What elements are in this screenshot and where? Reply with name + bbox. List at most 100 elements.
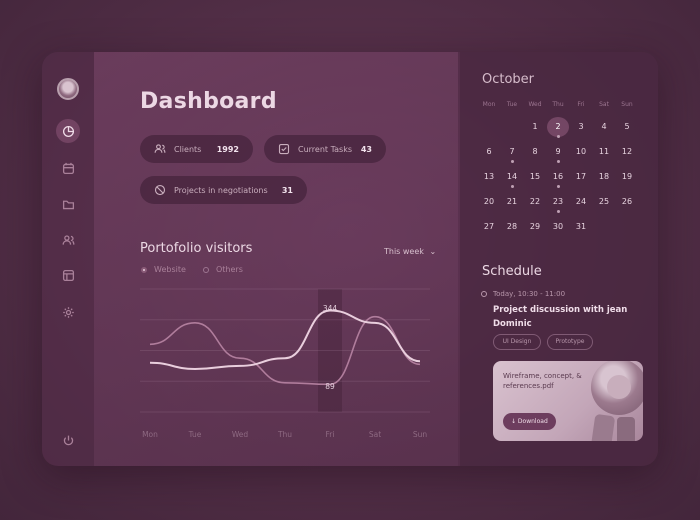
chevron-down-icon: ⌄	[429, 247, 437, 256]
download-button[interactable]: ↓ Download	[503, 413, 556, 430]
x-tick-label: Fri	[326, 430, 335, 439]
x-tick-label: Mon	[142, 430, 158, 439]
hover-value-high: 344	[323, 304, 338, 313]
tag-prototype[interactable]: Prototype	[547, 334, 593, 350]
sidebar-item-users[interactable]	[56, 228, 80, 252]
calendar-day[interactable]: 21	[501, 192, 523, 212]
calendar-day[interactable]: 31	[570, 217, 592, 237]
stat-value: 31	[281, 185, 293, 195]
attachment-card: Wireframe, concept, & references.pdf ↓ D…	[493, 361, 643, 441]
stat-label: Clients	[174, 144, 202, 154]
calendar-day[interactable]: 1	[524, 117, 546, 137]
weekday-label: Thu	[552, 101, 564, 108]
x-tick-label: Sun	[413, 430, 428, 439]
legend-label: Others	[216, 265, 243, 274]
calendar-month: October	[482, 72, 535, 87]
sidebar-item-analytics[interactable]	[56, 119, 80, 143]
calendar-day[interactable]: 4	[593, 117, 615, 137]
calendar-day[interactable]: 11	[593, 142, 615, 162]
calendar-day[interactable]: 14	[501, 167, 523, 187]
calendar-day[interactable]: 26	[616, 192, 638, 212]
legend-dot	[203, 266, 209, 273]
calendar-day[interactable]: 17	[570, 167, 592, 187]
chart-icon	[62, 125, 74, 137]
event-marker	[557, 185, 560, 188]
calendar-day[interactable]: 8	[524, 142, 546, 162]
event-marker	[557, 210, 560, 213]
stat-value: 43	[360, 144, 372, 154]
schedule-title: Schedule	[482, 264, 542, 279]
weekday-label: Tue	[506, 101, 518, 108]
legend-others: Others	[203, 265, 243, 274]
event-title[interactable]: Project discussion with jean Dominic	[493, 303, 633, 331]
weekday-label: Sun	[621, 101, 633, 108]
x-tick-label: Wed	[232, 430, 249, 439]
calendar-day[interactable]: 13	[478, 167, 500, 187]
calendar-day[interactable]: 19	[616, 167, 638, 187]
stat-current-tasks[interactable]: Current Tasks 43	[264, 135, 386, 163]
block-icon	[154, 184, 166, 196]
calendar-day[interactable]: 12	[616, 142, 638, 162]
calendar-day[interactable]: 15	[524, 167, 546, 187]
stat-projects-negotiations[interactable]: Projects in negotiations 31	[140, 176, 307, 204]
calendar-day[interactable]: 2	[547, 117, 569, 137]
legend-label: Website	[154, 265, 186, 274]
timeline-dot	[481, 291, 487, 297]
settings-icon	[62, 306, 74, 318]
power-icon	[63, 435, 73, 445]
calendar-day[interactable]: 9	[547, 142, 569, 162]
weekday-label: Wed	[528, 101, 542, 108]
x-tick-label: Tue	[188, 430, 202, 439]
calendar-day[interactable]: 25	[593, 192, 615, 212]
x-tick-label: Sat	[369, 430, 381, 439]
sidebar-item-calendar[interactable]	[56, 156, 80, 180]
hover-value-low: 89	[325, 382, 335, 391]
x-tick-label: Thu	[277, 430, 292, 439]
stat-label: Current Tasks	[298, 144, 353, 154]
visitors-title: Portofolio visitors	[140, 241, 253, 256]
sidebar	[42, 52, 94, 466]
legend-website: Website	[141, 265, 186, 274]
logout-button[interactable]	[56, 428, 80, 452]
decorative-3d-shape	[591, 361, 643, 415]
weekday-label: Mon	[482, 101, 496, 108]
calendar-day[interactable]: 7	[501, 142, 523, 162]
sidebar-item-board[interactable]	[56, 263, 80, 287]
calendar-day[interactable]: 30	[547, 217, 569, 237]
calendar-day[interactable]: 10	[570, 142, 592, 162]
sidebar-item-settings[interactable]	[56, 300, 80, 324]
calendar-day[interactable]: 6	[478, 142, 500, 162]
tag-ui-design[interactable]: UI Design	[493, 334, 541, 350]
legend-dot	[141, 266, 147, 273]
weekday-label: Fri	[577, 101, 585, 108]
calendar-day[interactable]: 18	[593, 167, 615, 187]
sidebar-item-files[interactable]	[56, 192, 80, 216]
users-icon	[62, 234, 74, 245]
attachment-name: Wireframe, concept, & references.pdf	[503, 372, 582, 390]
event-time: Today, 10:30 - 11:00	[493, 290, 566, 298]
period-dropdown[interactable]: This week ⌄	[384, 247, 436, 256]
stat-label: Projects in negotiations	[174, 185, 268, 195]
checkbox-icon	[278, 143, 290, 155]
event-marker	[557, 135, 560, 138]
calendar-day[interactable]: 5	[616, 117, 638, 137]
calendar-day[interactable]: 28	[501, 217, 523, 237]
stat-value: 1992	[216, 144, 239, 154]
calendar-day[interactable]: 23	[547, 192, 569, 212]
stat-clients[interactable]: Clients 1992	[140, 135, 253, 163]
weekday-label: Sat	[599, 101, 609, 108]
users-icon	[154, 144, 166, 153]
calendar-day[interactable]: 16	[547, 167, 569, 187]
calendar-day[interactable]: 3	[570, 117, 592, 137]
period-label: This week	[384, 247, 424, 256]
visitors-line-chart[interactable]: 344 89 Mon Tue Wed Thu Fri Sat Sun	[140, 284, 430, 444]
decorative-3d-shape	[590, 413, 616, 441]
calendar-day[interactable]: 22	[524, 192, 546, 212]
decorative-3d-shape	[617, 417, 635, 441]
calendar-day[interactable]: 20	[478, 192, 500, 212]
calendar-day[interactable]: 27	[478, 217, 500, 237]
calendar-day[interactable]: 24	[570, 192, 592, 212]
board-icon	[62, 269, 74, 281]
event-marker	[557, 160, 560, 163]
calendar-day[interactable]: 29	[524, 217, 546, 237]
